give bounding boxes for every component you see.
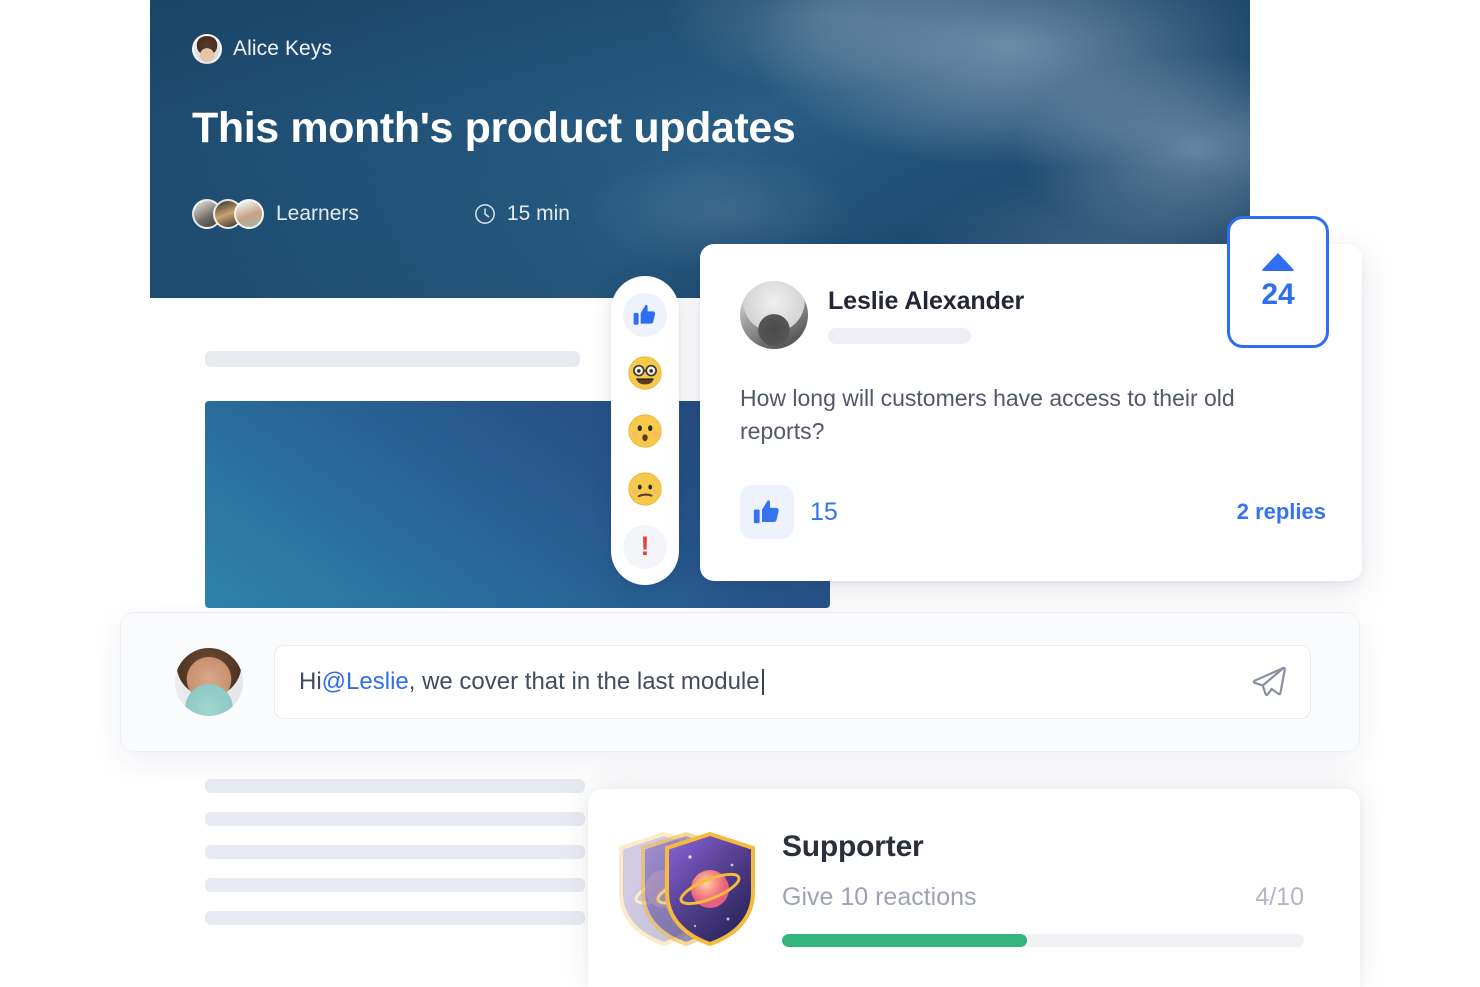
text-caret <box>761 669 764 695</box>
achievement-progress-label: 4/10 <box>1255 882 1304 911</box>
achievement-progress-fill <box>782 933 1028 947</box>
skeleton-body-line <box>205 779 585 793</box>
page-title: This month's product updates <box>192 104 796 152</box>
comment-input-wrapper[interactable]: Hi @Leslie, we cover that in the last mo… <box>274 645 1311 719</box>
exclamation-icon: ! <box>640 531 650 561</box>
thumbs-up-icon <box>633 304 656 325</box>
achievement-title: Supporter <box>782 829 924 863</box>
exclamation-reaction[interactable]: ! <box>623 524 667 569</box>
composer-text-suffix: , we cover that in the last module <box>408 668 760 695</box>
send-paper-plane-icon[interactable] <box>1250 663 1288 701</box>
hero-author-name: Alice Keys <box>233 37 333 60</box>
app-root: Alice Keys This month's product updates … <box>0 0 1480 987</box>
skeleton-body-line <box>205 845 585 859</box>
skeleton-body-line <box>205 812 585 826</box>
comment-like-button[interactable] <box>740 485 794 539</box>
hero-author: Alice Keys <box>192 34 1198 64</box>
thumbs-up-reaction[interactable] <box>623 292 667 337</box>
shield-icon-front <box>665 831 755 947</box>
clock-icon <box>474 204 495 224</box>
current-user-avatar <box>175 648 243 716</box>
learners-group: Learners <box>192 199 359 229</box>
achievement-card: Supporter Give 10 reactions 4/10 <box>588 789 1360 987</box>
comment-input[interactable]: Hi @Leslie, we cover that in the last mo… <box>299 668 1250 696</box>
triangle-up-icon <box>1261 252 1295 271</box>
learner-3-avatar <box>234 199 264 229</box>
achievement-subtitle: Give 10 reactions <box>782 882 977 911</box>
upvote-badge[interactable]: 24 <box>1227 216 1329 348</box>
confused-face-reaction[interactable] <box>623 467 667 511</box>
comment-author-name: Leslie Alexander <box>828 286 1025 315</box>
composer-mention: @Leslie <box>321 668 409 695</box>
upvote-count: 24 <box>1261 277 1295 311</box>
thumbs-up-icon <box>753 500 779 524</box>
reaction-picker-bar[interactable]: ! <box>611 276 679 585</box>
comment-like-count: 15 <box>810 497 838 526</box>
comment-footer: 15 2 replies <box>740 485 1326 539</box>
comment-replies-link[interactable]: 2 replies <box>1237 499 1326 525</box>
hero-meta: Learners 15 min <box>192 199 1198 229</box>
alice-avatar <box>192 34 222 64</box>
nerd-face-reaction[interactable] <box>623 351 667 395</box>
comment-like-group[interactable]: 15 <box>740 485 838 539</box>
achievement-progress-bar <box>782 933 1304 947</box>
duration-text: 15 min <box>506 202 570 225</box>
learner-avatar-stack <box>192 199 264 229</box>
comment-composer: Hi @Leslie, we cover that in the last mo… <box>120 612 1360 752</box>
comment-meta-skeleton <box>828 327 971 344</box>
nerd-face-icon <box>628 355 662 390</box>
comment-body-text: How long will customers have access to t… <box>740 385 1235 445</box>
surprised-face-icon <box>628 413 662 448</box>
skeleton-body-line <box>205 878 585 892</box>
duration-meta: 15 min <box>474 202 570 226</box>
leslie-avatar <box>740 281 808 349</box>
confused-face-icon <box>628 471 662 506</box>
surprised-face-reaction[interactable] <box>623 409 667 453</box>
skeleton-body-line <box>205 911 585 925</box>
skeleton-title-line <box>205 351 580 367</box>
composer-text-prefix: Hi <box>299 668 322 695</box>
learners-label: Learners <box>276 202 359 225</box>
supporter-shield-badge <box>616 823 776 953</box>
